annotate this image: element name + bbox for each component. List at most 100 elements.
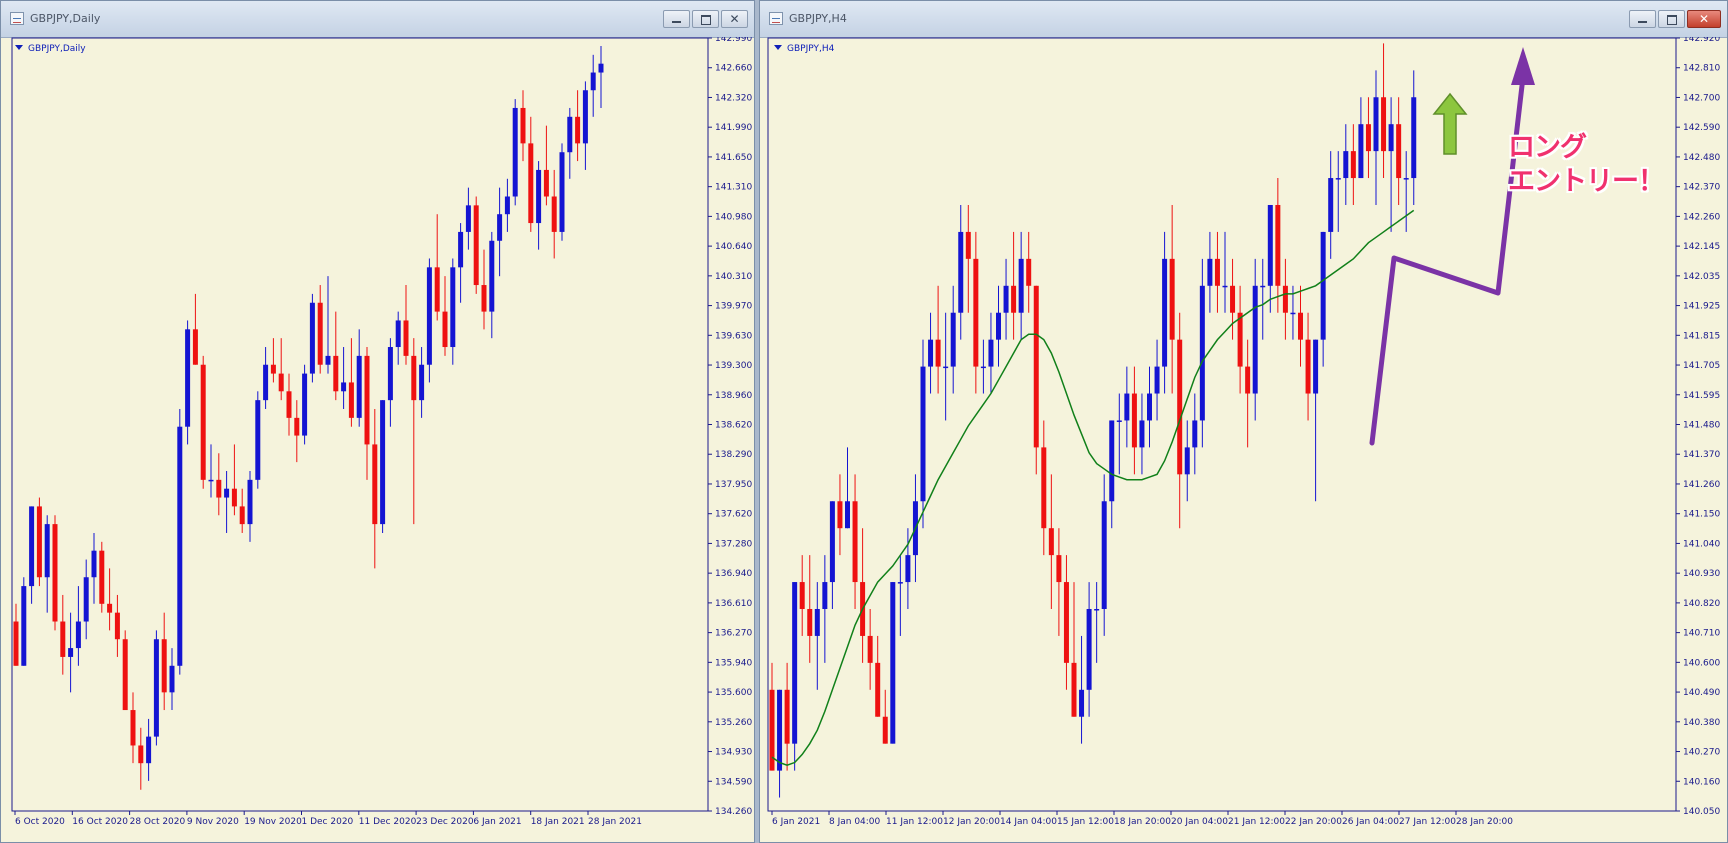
y-tick-label: 140.160 [1683,777,1720,787]
candle-body [114,612,120,640]
candle-body [372,444,378,525]
candle-body [200,364,206,480]
y-tick-label: 138.620 [715,421,752,431]
y-tick-label: 141.260 [1683,480,1720,490]
x-tick-label: 6 Jan 2021 [473,817,521,827]
candle-body [882,716,888,744]
candle-body [1003,285,1009,313]
candle-body [920,366,926,502]
candle-body [943,366,949,369]
window-controls: ✕ [663,10,748,28]
candle-body [29,506,35,587]
moving-average-line [771,209,1415,767]
candle-body [1071,662,1077,717]
annotation-line-1: ロング [1508,132,1587,163]
candle-body [1275,204,1281,286]
candle-body [380,400,386,525]
y-tick-label: 134.590 [715,777,752,787]
y-tick-label: 136.610 [715,599,752,609]
candle-body [799,582,805,609]
candle-body [473,205,479,286]
candle-body [598,63,604,73]
candle-body [1290,312,1296,315]
y-tick-label: 142.320 [715,93,752,103]
y-tick-label: 140.710 [1683,629,1720,639]
candle-body [1056,555,1062,583]
y-tick-label: 141.990 [715,123,752,133]
candle-body [528,143,534,224]
candle-body [1109,420,1115,502]
title-bar[interactable]: GBPJPY,Daily ✕ [1,1,754,38]
x-tick-label: 15 Jan 12:00 [1057,817,1114,827]
y-tick-label: 136.940 [715,569,752,579]
candle-body [185,329,191,427]
candle-body [1328,178,1334,232]
candle-body [536,169,542,224]
candle-body [1139,420,1145,448]
close-button[interactable]: ✕ [721,10,748,28]
minimize-button[interactable] [1629,10,1656,28]
x-tick-label: 11 Jan 12:00 [886,817,943,827]
y-tick-label: 141.040 [1683,539,1720,549]
candle-body [465,205,471,232]
candle-body [426,267,432,365]
maximize-button[interactable] [692,10,719,28]
candle-body [419,364,425,401]
candle-body [1041,447,1047,529]
candle-body [1162,258,1168,367]
maximize-button[interactable] [1658,10,1685,28]
candle-body [1282,285,1288,313]
title-bar[interactable]: GBPJPY,H4 ✕ [760,1,1727,38]
candle-body [1048,528,1054,556]
y-tick-label: 142.035 [1683,272,1720,282]
close-icon: ✕ [729,12,740,26]
candle-body [278,373,284,392]
candle-body [1207,258,1213,286]
x-tick-label: 8 Jan 04:00 [829,817,881,827]
candle-body [777,689,783,771]
candle-body [263,364,269,401]
y-tick-label: 141.150 [1683,510,1720,520]
candle-body [950,312,956,367]
candle-body [1124,393,1130,421]
candle-body [21,586,27,666]
candle-body [247,479,253,525]
y-tick-label: 137.620 [715,510,752,520]
candle-body [1230,285,1236,313]
y-tick-label: 134.930 [715,748,752,758]
candle-body [1131,393,1137,448]
candle-body [36,506,42,578]
close-button[interactable]: ✕ [1687,10,1721,28]
y-tick-label: 139.630 [715,331,752,341]
candle-body [905,555,911,583]
minimize-button[interactable] [663,10,690,28]
chart-area-h4[interactable]: 142.920 142.810 142.700 142.590 142.480 142.3… [760,37,1727,842]
candlestick-chart-daily[interactable]: 142.990 142.660 142.320 141.990 141.650 141.3… [1,37,754,842]
x-tick-label: 6 Oct 2020 [15,817,65,827]
candle-body [1147,393,1152,421]
candle-body [520,107,526,144]
candle-body [1365,124,1371,152]
candle-body [364,355,370,445]
y-tick-label: 139.970 [715,302,752,312]
candle-body [387,347,393,401]
candle-body [792,582,798,744]
candle-body [1018,258,1024,313]
annotation-line-2: エントリー！ [1508,166,1665,197]
x-tick-label: 12 Jan 20:00 [943,817,1000,827]
candle-body [1411,97,1417,179]
y-tick-label: 140.600 [1683,658,1720,668]
y-tick-label: 140.270 [1683,748,1720,758]
candle-body [559,152,565,232]
candle-body [122,639,128,711]
y-tick-label: 138.290 [715,450,752,460]
candle-body [224,488,230,498]
candle-body [442,311,448,348]
y-tick-label: 134.260 [715,807,752,817]
candle-body [1222,285,1228,288]
chart-area-daily[interactable]: 142.990 142.660 142.320 141.990 141.650 141.3… [1,37,754,842]
candle-body [169,665,175,693]
x-tick-label: 20 Jan 04:00 [1171,817,1228,827]
chart-symbol-label: GBPJPY,Daily [15,44,86,54]
candle-body [1388,124,1394,152]
